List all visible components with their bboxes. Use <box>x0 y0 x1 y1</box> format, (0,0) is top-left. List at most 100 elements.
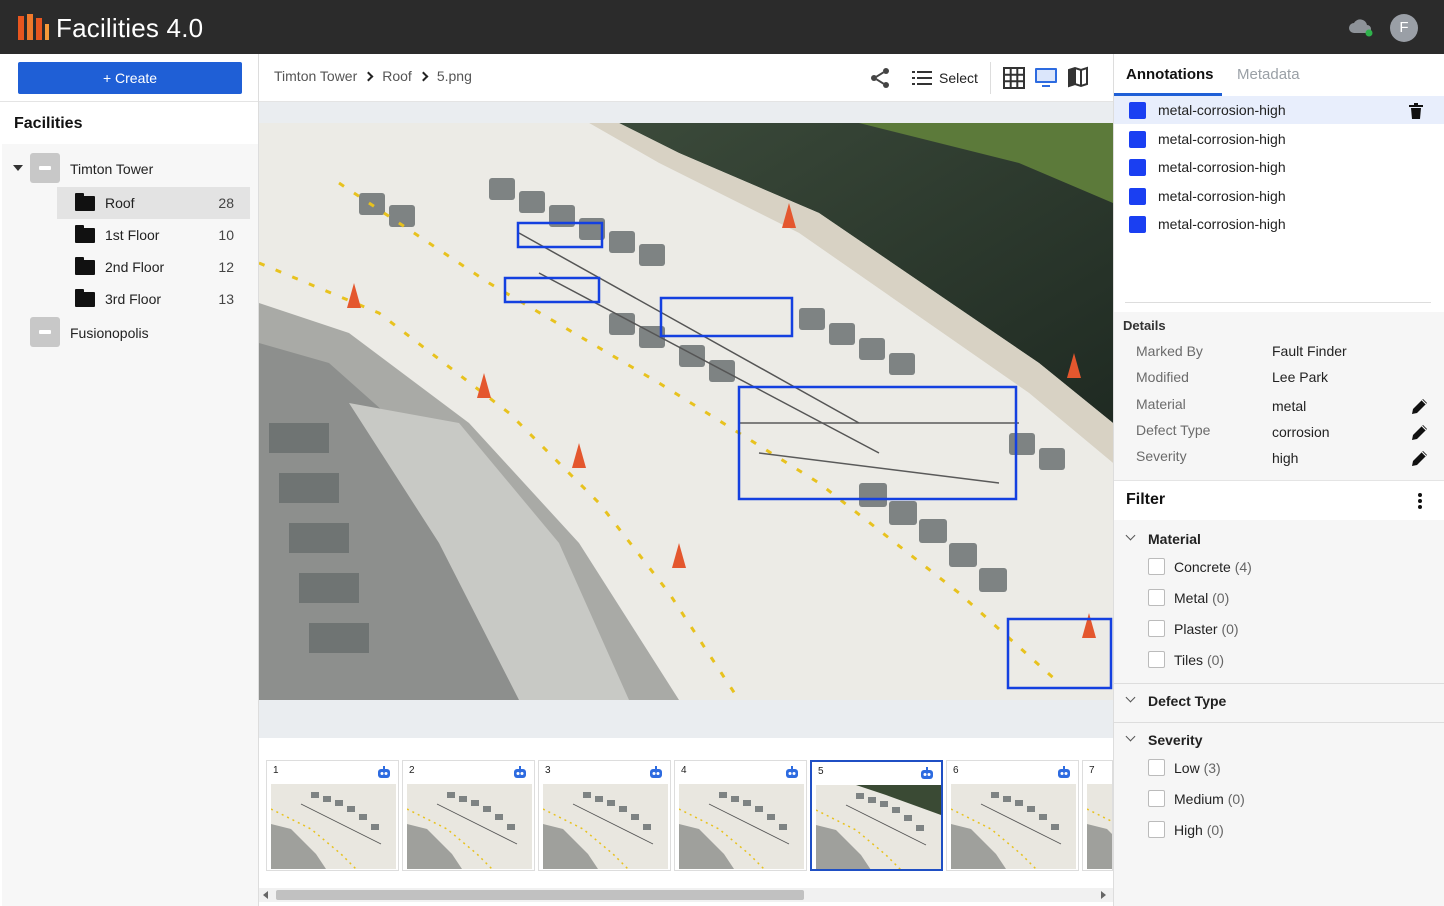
annotation-item[interactable]: metal-corrosion-high <box>1114 125 1444 153</box>
map-view-icon[interactable] <box>1067 66 1089 88</box>
filter-option-count: (4) <box>1234 559 1252 575</box>
filter-heading: Filter <box>1126 491 1166 508</box>
annotation-item[interactable]: metal-corrosion-high <box>1114 153 1444 181</box>
annotation-label: metal-corrosion-high <box>1158 187 1286 204</box>
annotation-item[interactable]: metal-corrosion-high <box>1114 182 1444 210</box>
filter-option[interactable]: Medium (0) <box>1174 791 1245 807</box>
filter-section-title: Material <box>1148 531 1201 547</box>
annotation-item[interactable]: metal-corrosion-high <box>1114 96 1444 124</box>
ai-robot-icon <box>650 766 662 778</box>
filter-option[interactable]: Tiles (0) <box>1174 652 1224 668</box>
thumbnail-image <box>1087 784 1112 869</box>
thumbnail-number: 1 <box>273 765 279 776</box>
breadcrumb: Timton Tower Roof 5.png <box>274 68 472 84</box>
caret-down-icon[interactable] <box>13 165 23 171</box>
annotation-item[interactable]: metal-corrosion-high <box>1114 210 1444 238</box>
filter-option-label: Metal <box>1174 590 1209 606</box>
share-icon[interactable] <box>868 66 892 90</box>
folder-label: 3rd Floor <box>105 291 162 307</box>
filter-option[interactable]: Low (3) <box>1174 760 1221 776</box>
thumbnail-image <box>543 784 668 869</box>
thumbnail[interactable]: 5 <box>810 760 943 871</box>
building-icon <box>30 153 60 183</box>
filter-checkbox[interactable] <box>1148 790 1165 807</box>
folder-1st-floor[interactable]: 1st Floor 10 <box>57 219 250 251</box>
filter-option-label: Plaster <box>1174 621 1218 637</box>
folder-label: 1st Floor <box>105 227 160 243</box>
tab-annotations[interactable]: Annotations <box>1126 66 1214 83</box>
filter-option-label: Concrete <box>1174 559 1231 575</box>
filter-checkbox[interactable] <box>1148 558 1165 575</box>
filter-option[interactable]: High (0) <box>1174 822 1224 838</box>
thumbnail[interactable]: 3 <box>538 760 671 871</box>
chevron-down-icon <box>1125 731 1136 742</box>
roof-photo[interactable] <box>259 123 1113 700</box>
filter-checkbox[interactable] <box>1148 589 1165 606</box>
folder-2nd-floor[interactable]: 2nd Floor 12 <box>57 251 250 283</box>
filter-checkbox[interactable] <box>1148 821 1165 838</box>
breadcrumb-item[interactable]: Timton Tower <box>274 68 357 84</box>
filter-checkbox[interactable] <box>1148 651 1165 668</box>
thumbnail-number: 6 <box>953 765 959 776</box>
tab-metadata[interactable]: Metadata <box>1237 66 1300 83</box>
folder-icon <box>75 225 95 243</box>
thumbnail-number: 4 <box>681 765 687 776</box>
filter-section-header[interactable]: Severity <box>1114 731 1444 751</box>
thumbnail-number: 2 <box>409 765 415 776</box>
folder-count: 28 <box>218 195 234 211</box>
color-swatch <box>1129 130 1146 148</box>
folder-icon <box>75 193 95 211</box>
filter-option-count: (3) <box>1203 760 1221 776</box>
edit-pencil-icon[interactable] <box>1411 397 1429 415</box>
scrollbar-thumb[interactable] <box>276 890 804 900</box>
grid-view-icon[interactable] <box>1003 67 1025 89</box>
edit-pencil-icon[interactable] <box>1411 449 1429 467</box>
filter-option[interactable]: Concrete (4) <box>1174 559 1252 575</box>
thumbnail-image <box>271 784 396 869</box>
more-vert-icon[interactable] <box>1418 493 1422 509</box>
thumbnail[interactable]: 7 <box>1082 760 1113 871</box>
color-swatch <box>1129 102 1146 119</box>
filter-option-count: (0) <box>1206 652 1225 668</box>
trash-icon[interactable] <box>1409 103 1423 119</box>
user-avatar[interactable]: F <box>1390 14 1418 42</box>
thumbnail[interactable]: 2 <box>402 760 535 871</box>
filter-option[interactable]: Metal (0) <box>1174 590 1229 606</box>
thumbnail[interactable]: 6 <box>946 760 1079 871</box>
ai-robot-icon <box>1058 766 1070 778</box>
filter-checkbox[interactable] <box>1148 759 1165 776</box>
filter-checkbox[interactable] <box>1148 620 1165 637</box>
edit-pencil-icon[interactable] <box>1411 423 1429 441</box>
chevron-right-icon <box>363 71 374 82</box>
thumbnail-image <box>951 784 1076 869</box>
chevron-down-icon <box>1125 530 1136 541</box>
breadcrumb-item[interactable]: Roof <box>382 68 412 84</box>
scroll-left-arrow-icon[interactable] <box>263 891 268 899</box>
filter-option[interactable]: Plaster (0) <box>1174 621 1239 637</box>
filter-option-count: (0) <box>1212 590 1230 606</box>
folder-3rd-floor[interactable]: 3rd Floor 13 <box>57 283 250 315</box>
filter-section-title: Defect Type <box>1148 693 1227 709</box>
select-label: Select <box>939 70 978 86</box>
cloud-sync-icon[interactable] <box>1348 17 1374 37</box>
detail-value: Fault Finder <box>1272 343 1347 359</box>
scroll-right-arrow-icon[interactable] <box>1101 891 1106 899</box>
tree-item-fusionopolis[interactable]: Fusionopolis <box>10 315 258 349</box>
divider <box>1114 683 1444 684</box>
create-button[interactable]: + Create <box>18 62 242 94</box>
filter-section-header[interactable]: Defect Type <box>1114 692 1444 712</box>
folder-count: 13 <box>218 291 234 307</box>
filter-option-count: (0) <box>1206 822 1224 838</box>
filter-section-header[interactable]: Material <box>1114 530 1444 550</box>
thumbnail[interactable]: 1 <box>266 760 399 871</box>
tree-item-timton-tower[interactable]: Timton Tower <box>10 151 258 185</box>
detail-value: high <box>1272 450 1299 467</box>
ai-robot-icon <box>514 766 526 778</box>
folder-label: Roof <box>105 195 135 211</box>
filter-option-count: (0) <box>1227 791 1245 807</box>
folder-roof[interactable]: Roof 28 <box>57 187 250 219</box>
thumbnail-image <box>407 784 532 869</box>
thumbnail[interactable]: 4 <box>674 760 807 871</box>
folder-icon <box>75 257 95 275</box>
monitor-view-icon[interactable] <box>1034 66 1058 90</box>
